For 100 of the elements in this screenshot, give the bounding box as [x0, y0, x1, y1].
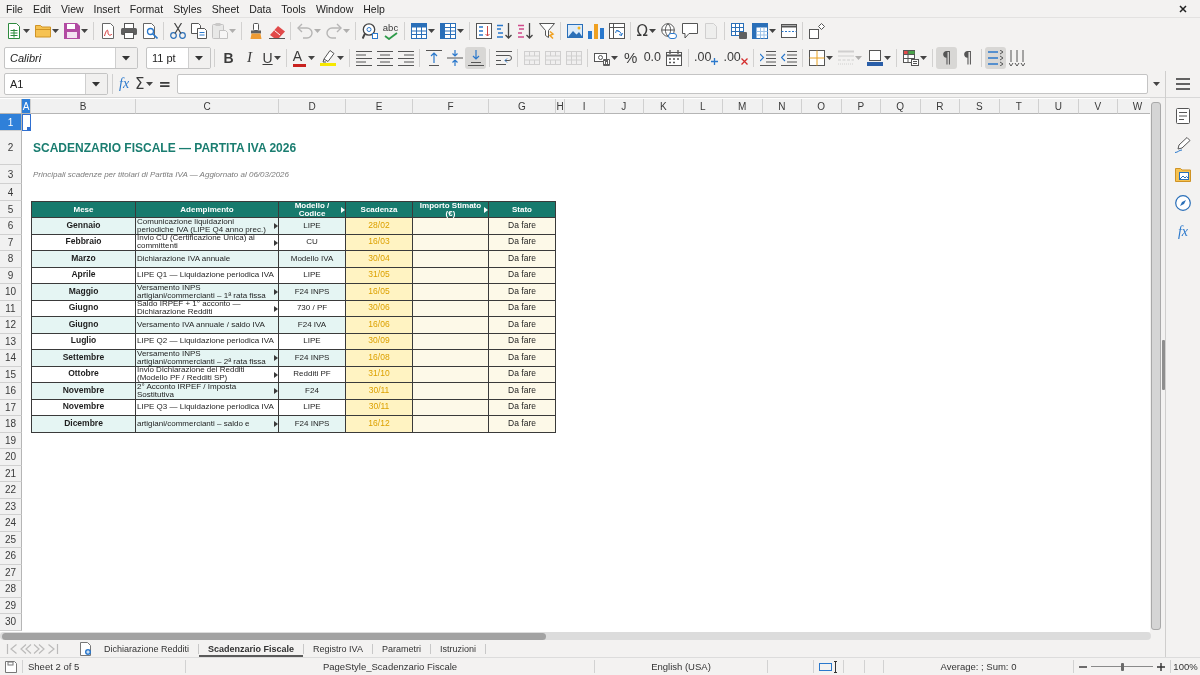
caret-icon[interactable]	[1153, 82, 1160, 86]
row-header[interactable]: 6	[0, 218, 22, 235]
sum-button[interactable]: Σ	[132, 73, 156, 95]
underline-button[interactable]: U	[260, 46, 284, 69]
zoom-in-icon[interactable]	[1157, 662, 1165, 671]
row-header[interactable]: 24	[0, 515, 22, 532]
menu-item[interactable]: Format	[124, 2, 169, 15]
percent-button[interactable]: %	[620, 46, 642, 69]
formula-input[interactable]	[177, 74, 1148, 94]
menu-item[interactable]: Data	[244, 2, 277, 15]
right-to-left-button[interactable]: ¶	[957, 46, 979, 69]
menu-item[interactable]: Styles	[168, 2, 207, 15]
sheet-tab[interactable]: Dichiarazione Redditi	[95, 641, 199, 657]
print-area-button[interactable]	[728, 20, 750, 42]
selection-mode-icon[interactable]	[819, 660, 838, 673]
sheet-tab[interactable]: Istruzioni	[430, 641, 485, 657]
menu-item[interactable]: Help	[358, 2, 390, 15]
add-decimal-button[interactable]: .00	[691, 46, 721, 69]
column-header[interactable]: U	[1039, 99, 1079, 114]
row-header[interactable]: 22	[0, 482, 22, 499]
menu-item[interactable]: Edit	[27, 2, 56, 15]
text-left-to-right-button[interactable]	[985, 46, 1007, 69]
name-box[interactable]: A1	[4, 73, 108, 95]
column-header[interactable]: K	[644, 99, 684, 114]
menu-item[interactable]: View	[56, 2, 89, 15]
row-header[interactable]: 5	[0, 201, 22, 218]
sort-ascending-button[interactable]	[494, 20, 515, 42]
save-button[interactable]	[61, 20, 90, 42]
scrollbar-thumb[interactable]	[2, 632, 546, 640]
menu-item[interactable]: Sheet	[206, 2, 245, 15]
sheet-tab[interactable]: Scadenzario Fiscale	[199, 641, 304, 657]
column-header[interactable]: N	[762, 99, 802, 114]
row-header[interactable]: 16	[0, 383, 22, 400]
menu-item[interactable]: Tools	[276, 2, 311, 15]
row-header[interactable]: 4	[0, 184, 22, 201]
font-name-box[interactable]: Calibri	[4, 46, 138, 69]
font-color-button[interactable]: A	[290, 46, 318, 69]
delete-decimal-button[interactable]: .00	[720, 46, 751, 69]
left-to-right-button[interactable]: ¶	[936, 46, 958, 69]
row-header[interactable]: 12	[0, 317, 22, 334]
column-header[interactable]: J	[604, 99, 644, 114]
menu-item[interactable]: File	[1, 2, 28, 15]
copy-button[interactable]	[188, 20, 209, 42]
column-header[interactable]: F	[413, 99, 489, 114]
number-format-button[interactable]: 0.0	[641, 46, 664, 69]
row-header[interactable]: 28	[0, 581, 22, 598]
draw-functions-button[interactable]	[806, 20, 828, 42]
function-wizard-button[interactable]: fx	[116, 73, 133, 95]
horizontal-scrollbar[interactable]	[0, 632, 1151, 640]
spelling-button[interactable]: abc	[380, 20, 401, 42]
sidebar-collapse-handle[interactable]	[1162, 340, 1165, 390]
row-header[interactable]: 14	[0, 350, 22, 367]
autofilter-button[interactable]	[536, 20, 557, 42]
sort-button[interactable]	[473, 20, 494, 42]
bold-button[interactable]: B	[218, 46, 239, 69]
sheet-tab[interactable]: Registro IVA	[304, 641, 372, 657]
hyperlink-button[interactable]	[658, 20, 680, 42]
column-header[interactable]: L	[683, 99, 723, 114]
column-header[interactable]: C	[136, 99, 279, 114]
column-header[interactable]: G	[489, 99, 556, 114]
vertical-scrollbar[interactable]	[1151, 102, 1161, 630]
freeze-button[interactable]	[749, 20, 779, 42]
cut-button[interactable]	[167, 20, 188, 42]
add-sheet-icon[interactable]	[80, 642, 91, 656]
column-header[interactable]: M	[723, 99, 763, 114]
column-header[interactable]: D	[279, 99, 346, 114]
align-bottom-button[interactable]	[465, 46, 487, 69]
slider-thumb[interactable]	[1120, 662, 1124, 671]
pivot-table-button[interactable]	[606, 20, 627, 42]
column-header[interactable]: O	[802, 99, 842, 114]
column-header[interactable]: R	[920, 99, 960, 114]
row-header[interactable]: 20	[0, 449, 22, 466]
special-character-button[interactable]: Ω	[634, 20, 659, 42]
menu-item[interactable]: Insert	[88, 2, 125, 15]
column-header[interactable]: B	[31, 99, 136, 114]
menu-item[interactable]: Window	[310, 2, 359, 15]
zoom-percentage[interactable]: 100%	[1173, 661, 1198, 672]
rows-button[interactable]	[408, 20, 437, 42]
font-size-box[interactable]: 11 pt	[146, 46, 211, 69]
formula-button[interactable]: =	[155, 73, 175, 95]
column-header[interactable]: W	[1118, 99, 1150, 114]
column-header[interactable]: V	[1078, 99, 1118, 114]
column-header[interactable]: S	[960, 99, 1000, 114]
column-header[interactable]: E	[346, 99, 413, 114]
row-header[interactable]: 30	[0, 614, 22, 631]
find-replace-button[interactable]	[359, 20, 380, 42]
italic-button[interactable]: I	[239, 46, 260, 69]
row-header[interactable]: 8	[0, 251, 22, 268]
row-header[interactable]: 1	[0, 114, 22, 131]
close-icon[interactable]	[1179, 4, 1187, 13]
sheet-tab[interactable]: Parametri	[372, 641, 430, 657]
row-header[interactable]: 2	[0, 131, 22, 165]
sort-descending-button[interactable]	[515, 20, 536, 42]
language[interactable]: English (USA)	[651, 661, 711, 672]
columns-button[interactable]	[437, 20, 466, 42]
column-header[interactable]: P	[841, 99, 881, 114]
print-button[interactable]	[118, 20, 139, 42]
row-header[interactable]: 26	[0, 548, 22, 565]
row-header[interactable]: 3	[0, 165, 22, 184]
page-style[interactable]: PageStyle_Scadenzario Fiscale	[322, 661, 458, 672]
